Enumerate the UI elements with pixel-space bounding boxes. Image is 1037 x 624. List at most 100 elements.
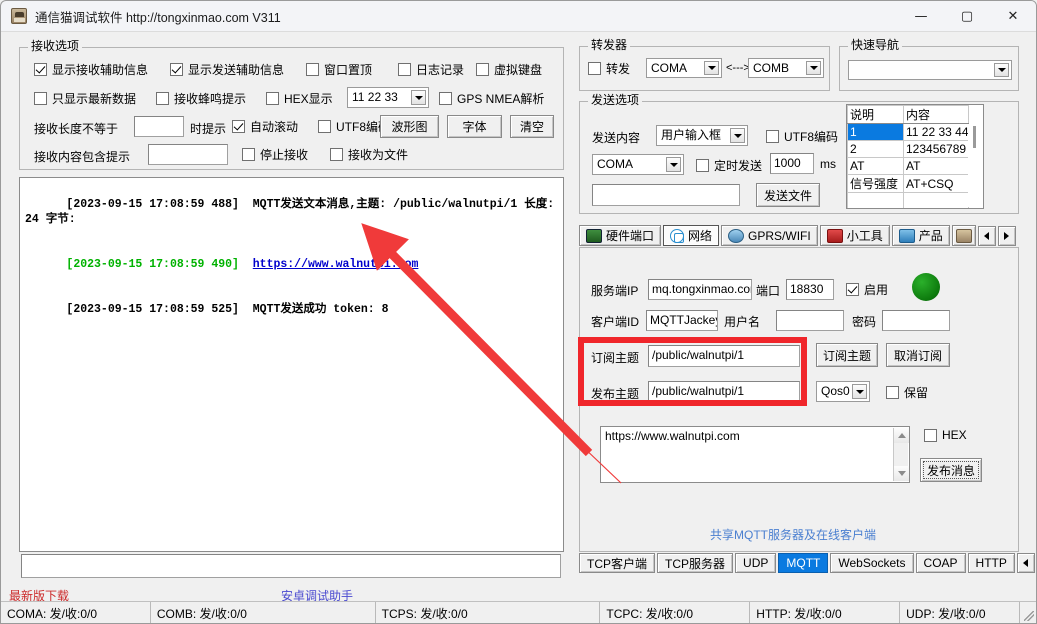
shortcut-grid[interactable]: 说明 内容 1 11 22 33 44 55 2 123456789 AT AT… <box>846 104 984 209</box>
receive-length-input[interactable] <box>134 116 184 137</box>
checkbox-forward[interactable]: 转发 <box>588 60 630 77</box>
tab-gprs-wifi[interactable]: GPRS/WIFI <box>721 225 818 246</box>
checkbox-auto-scroll[interactable]: 自动滚动 <box>232 118 298 135</box>
table-row[interactable]: AT AT <box>847 157 969 175</box>
chevron-down-icon[interactable] <box>704 61 719 75</box>
publish-payload-textarea[interactable]: https://www.walnutpi.com <box>600 426 910 483</box>
chevron-down-icon[interactable] <box>411 90 426 105</box>
checkbox-show-receive-aux[interactable]: 显示接收辅助信息 <box>34 61 148 78</box>
scroll-down-icon[interactable] <box>894 466 909 481</box>
maximize-icon[interactable]: ▢ <box>944 1 990 32</box>
send-text-input[interactable] <box>592 184 740 206</box>
receive-contain-input[interactable] <box>148 144 228 165</box>
table-row[interactable] <box>847 192 969 208</box>
clear-button[interactable]: 清空 <box>510 115 554 138</box>
tab-tcp-client[interactable]: TCP客户端 <box>579 553 656 573</box>
chevron-down-icon[interactable] <box>994 63 1009 77</box>
grid-scrollbar[interactable] <box>968 124 982 207</box>
tab-tcp-server[interactable]: TCP服务器 <box>657 553 734 573</box>
checkbox-show-send-aux[interactable]: 显示发送辅助信息 <box>170 61 284 78</box>
tab-hardware-port[interactable]: 硬件端口 <box>579 225 662 246</box>
log-line: [2023-09-15 17:08:59 488] MQTT发送文本消息,主题:… <box>25 182 558 242</box>
log-link[interactable]: https://www.walnutpi.com <box>253 258 419 271</box>
checkbox-label: 接收为文件 <box>348 148 409 162</box>
shortcut-table: 说明 内容 1 11 22 33 44 55 2 123456789 AT AT… <box>847 105 969 208</box>
password-input[interactable] <box>882 310 950 331</box>
subscribe-topic-input[interactable]: /public/walnutpi/1 <box>648 345 800 367</box>
close-icon[interactable]: ✕ <box>990 1 1036 32</box>
table-row[interactable]: 1 11 22 33 44 55 <box>847 123 969 141</box>
tab-coap[interactable]: COAP <box>915 553 966 573</box>
checkbox-log-record[interactable]: 日志记录 <box>398 61 464 78</box>
quick-nav-select[interactable] <box>848 60 1012 80</box>
server-ip-input[interactable]: mq.tongxinmao.com <box>648 279 752 300</box>
payload-scrollbar[interactable] <box>893 428 909 481</box>
checkbox-hex-display[interactable]: HEX显示 <box>266 90 333 107</box>
tab-scroll-left-button[interactable] <box>977 226 996 246</box>
cell-content: AT+CSQ <box>903 174 969 193</box>
tab-scroll-right-button[interactable] <box>997 226 1016 246</box>
username-input[interactable] <box>776 310 844 331</box>
chevron-down-icon[interactable] <box>730 128 745 143</box>
checkbox-send-utf8[interactable]: UTF8编码 <box>766 128 838 145</box>
log-timestamp: [2023-09-15 17:08:59 488] <box>66 198 239 211</box>
forwarder-legend: 转发器 <box>588 39 631 51</box>
waveform-button[interactable]: 波形图 <box>380 115 439 138</box>
chevron-down-icon[interactable] <box>852 384 867 399</box>
tab-products[interactable]: 产品 <box>891 225 950 246</box>
chevron-down-icon[interactable] <box>666 157 681 172</box>
unsubscribe-button[interactable]: 取消订阅 <box>886 343 950 367</box>
publish-message-button[interactable]: 发布消息 <box>920 458 982 482</box>
hex-format-select[interactable]: 11 22 33 <box>347 87 429 108</box>
checkbox-window-top[interactable]: 窗口置顶 <box>306 61 372 78</box>
publish-topic-input[interactable]: /public/walnutpi/1 <box>648 381 800 403</box>
receive-log-output[interactable]: [2023-09-15 17:08:59 488] MQTT发送文本消息,主题:… <box>19 177 564 552</box>
forward-port-a-select[interactable]: COMA <box>646 58 722 78</box>
bottom-send-input[interactable] <box>21 554 561 578</box>
send-content-select[interactable]: 用户输入框 <box>656 125 748 146</box>
checkbox-receive-beep[interactable]: 接收蜂鸣提示 <box>156 90 246 107</box>
checkbox-label: 定时发送 <box>714 159 763 173</box>
tab-udp[interactable]: UDP <box>735 553 777 573</box>
tab-mqtt[interactable]: MQTT <box>778 553 829 573</box>
send-file-button[interactable]: 发送文件 <box>756 183 820 207</box>
status-udp: UDP: 发/收:0/0 <box>900 602 1021 623</box>
qos-select[interactable]: Qos0 <box>816 381 870 402</box>
checkbox-box <box>398 63 411 76</box>
table-row[interactable]: 信号强度 AT+CSQ <box>847 174 969 193</box>
table-row[interactable]: 2 123456789 <box>847 140 969 158</box>
checkbox-gps-nmea[interactable]: GPS NMEA解析 <box>439 90 544 107</box>
checkbox-retain[interactable]: 保留 <box>886 384 928 401</box>
send-interval-input[interactable]: 1000 <box>770 153 814 174</box>
mqtt-panel: 服务端IP mq.tongxinmao.com 端口 18830 启用 客户端I… <box>579 247 1019 552</box>
checkbox-receive-as-file[interactable]: 接收为文件 <box>330 146 408 163</box>
forwarder-group: 转发器 转发 COMA <---> COMB <box>579 39 830 91</box>
checkbox-payload-hex[interactable]: HEX <box>924 428 967 442</box>
subscribe-button[interactable]: 订阅主题 <box>816 343 878 367</box>
tab-overflow[interactable] <box>951 225 976 246</box>
port-input[interactable]: 18830 <box>786 279 834 300</box>
tab-network[interactable]: 网络 <box>663 225 720 246</box>
checkbox-only-latest[interactable]: 只显示最新数据 <box>34 90 136 107</box>
checkbox-stop-receive[interactable]: 停止接收 <box>242 146 308 163</box>
shared-mqtt-server-link[interactable]: 共享MQTT服务器及在线客户端 <box>710 526 876 543</box>
tab-small-tools[interactable]: 小工具 <box>819 225 890 246</box>
minimize-icon[interactable]: — <box>898 1 944 32</box>
receive-options-group: 接收选项 显示接收辅助信息 显示发送辅助信息 窗口置顶 日志记录 虚拟键盘 只显… <box>19 40 564 170</box>
tab-http[interactable]: HTTP <box>967 553 1015 573</box>
checkbox-timed-send[interactable]: 定时发送 <box>696 157 762 174</box>
scrollbar-thumb[interactable] <box>973 126 976 148</box>
forward-port-b-select[interactable]: COMB <box>748 58 824 78</box>
forward-port-a-value: COMA <box>651 61 687 75</box>
window-controls: — ▢ ✕ <box>898 1 1036 32</box>
send-port-select[interactable]: COMA <box>592 154 684 175</box>
client-id-input[interactable]: MQTTJackey <box>646 310 718 331</box>
protocol-scroll-left-button[interactable] <box>1016 553 1035 573</box>
resize-grip-icon[interactable] <box>1020 602 1036 623</box>
chevron-down-icon[interactable] <box>806 61 821 75</box>
tab-websockets[interactable]: WebSockets <box>830 553 914 573</box>
font-button[interactable]: 字体 <box>447 115 502 138</box>
checkbox-enable[interactable]: 启用 <box>846 281 888 298</box>
checkbox-virtual-keyboard[interactable]: 虚拟键盘 <box>476 61 542 78</box>
scroll-up-icon[interactable] <box>894 428 909 443</box>
